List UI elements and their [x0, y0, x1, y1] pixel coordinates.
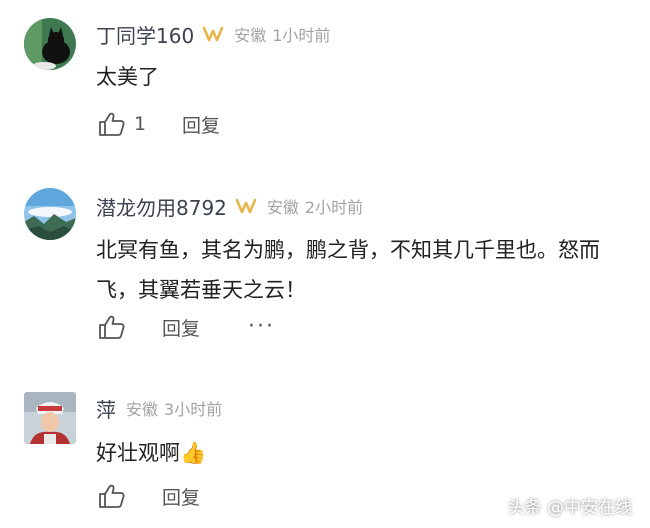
reply-button[interactable]: 回复 [162, 314, 200, 341]
thumbs-up-emoji: 👍 [180, 441, 207, 465]
person-avatar-icon [24, 392, 76, 444]
fan-badge-icon [202, 25, 224, 43]
comment-actions: 回复 ··· [96, 313, 275, 341]
timestamp: 3小时前 [164, 400, 223, 419]
reply-button[interactable]: 回复 [182, 111, 220, 138]
reply-button[interactable]: 回复 [162, 483, 200, 510]
avatar[interactable] [24, 188, 76, 240]
more-options-icon[interactable]: ··· [248, 316, 275, 338]
location: 安徽 [126, 400, 159, 419]
landscape-avatar-icon [24, 188, 76, 240]
avatar[interactable] [24, 392, 76, 444]
timestamp: 1小时前 [272, 26, 331, 45]
cat-avatar-icon [24, 18, 76, 70]
comment-actions: 回复 [96, 482, 200, 510]
avatar[interactable] [24, 18, 76, 70]
comment-meta: 安徽 2小时前 [267, 194, 363, 218]
author-line: 萍 安徽 3小时前 [96, 394, 222, 422]
thumbs-up-icon[interactable] [96, 111, 126, 137]
author-line: 潜龙勿用8792 安徽 2小时前 [96, 192, 363, 220]
comment-text-body: 好壮观啊 [96, 441, 180, 465]
watermark: 头条 @中安在线 [507, 498, 632, 518]
username[interactable]: 丁同学160 [96, 20, 194, 49]
thumbs-up-icon[interactable] [96, 314, 126, 340]
username[interactable]: 潜龙勿用8792 [96, 192, 227, 221]
like-count: 1 [134, 113, 147, 135]
author-line: 丁同学160 安徽 1小时前 [96, 20, 330, 48]
username[interactable]: 萍 [96, 394, 116, 423]
comment-text: 好壮观啊👍 [96, 433, 626, 473]
comment-actions: 1 回复 [96, 110, 220, 138]
thumbs-up-icon[interactable] [96, 483, 126, 509]
location: 安徽 [234, 26, 267, 45]
location: 安徽 [266, 198, 299, 217]
comment-text: 太美了 [96, 65, 159, 89]
timestamp: 2小时前 [304, 198, 364, 217]
comment-text: 北冥有鱼，其名为鹏，鹏之背，不知其几千里也。怒而飞，其翼若垂天之云！ [96, 238, 600, 302]
fan-badge-icon [235, 197, 257, 215]
comment-meta: 安徽 1小时前 [234, 22, 330, 46]
comment-meta: 安徽 3小时前 [126, 396, 222, 420]
